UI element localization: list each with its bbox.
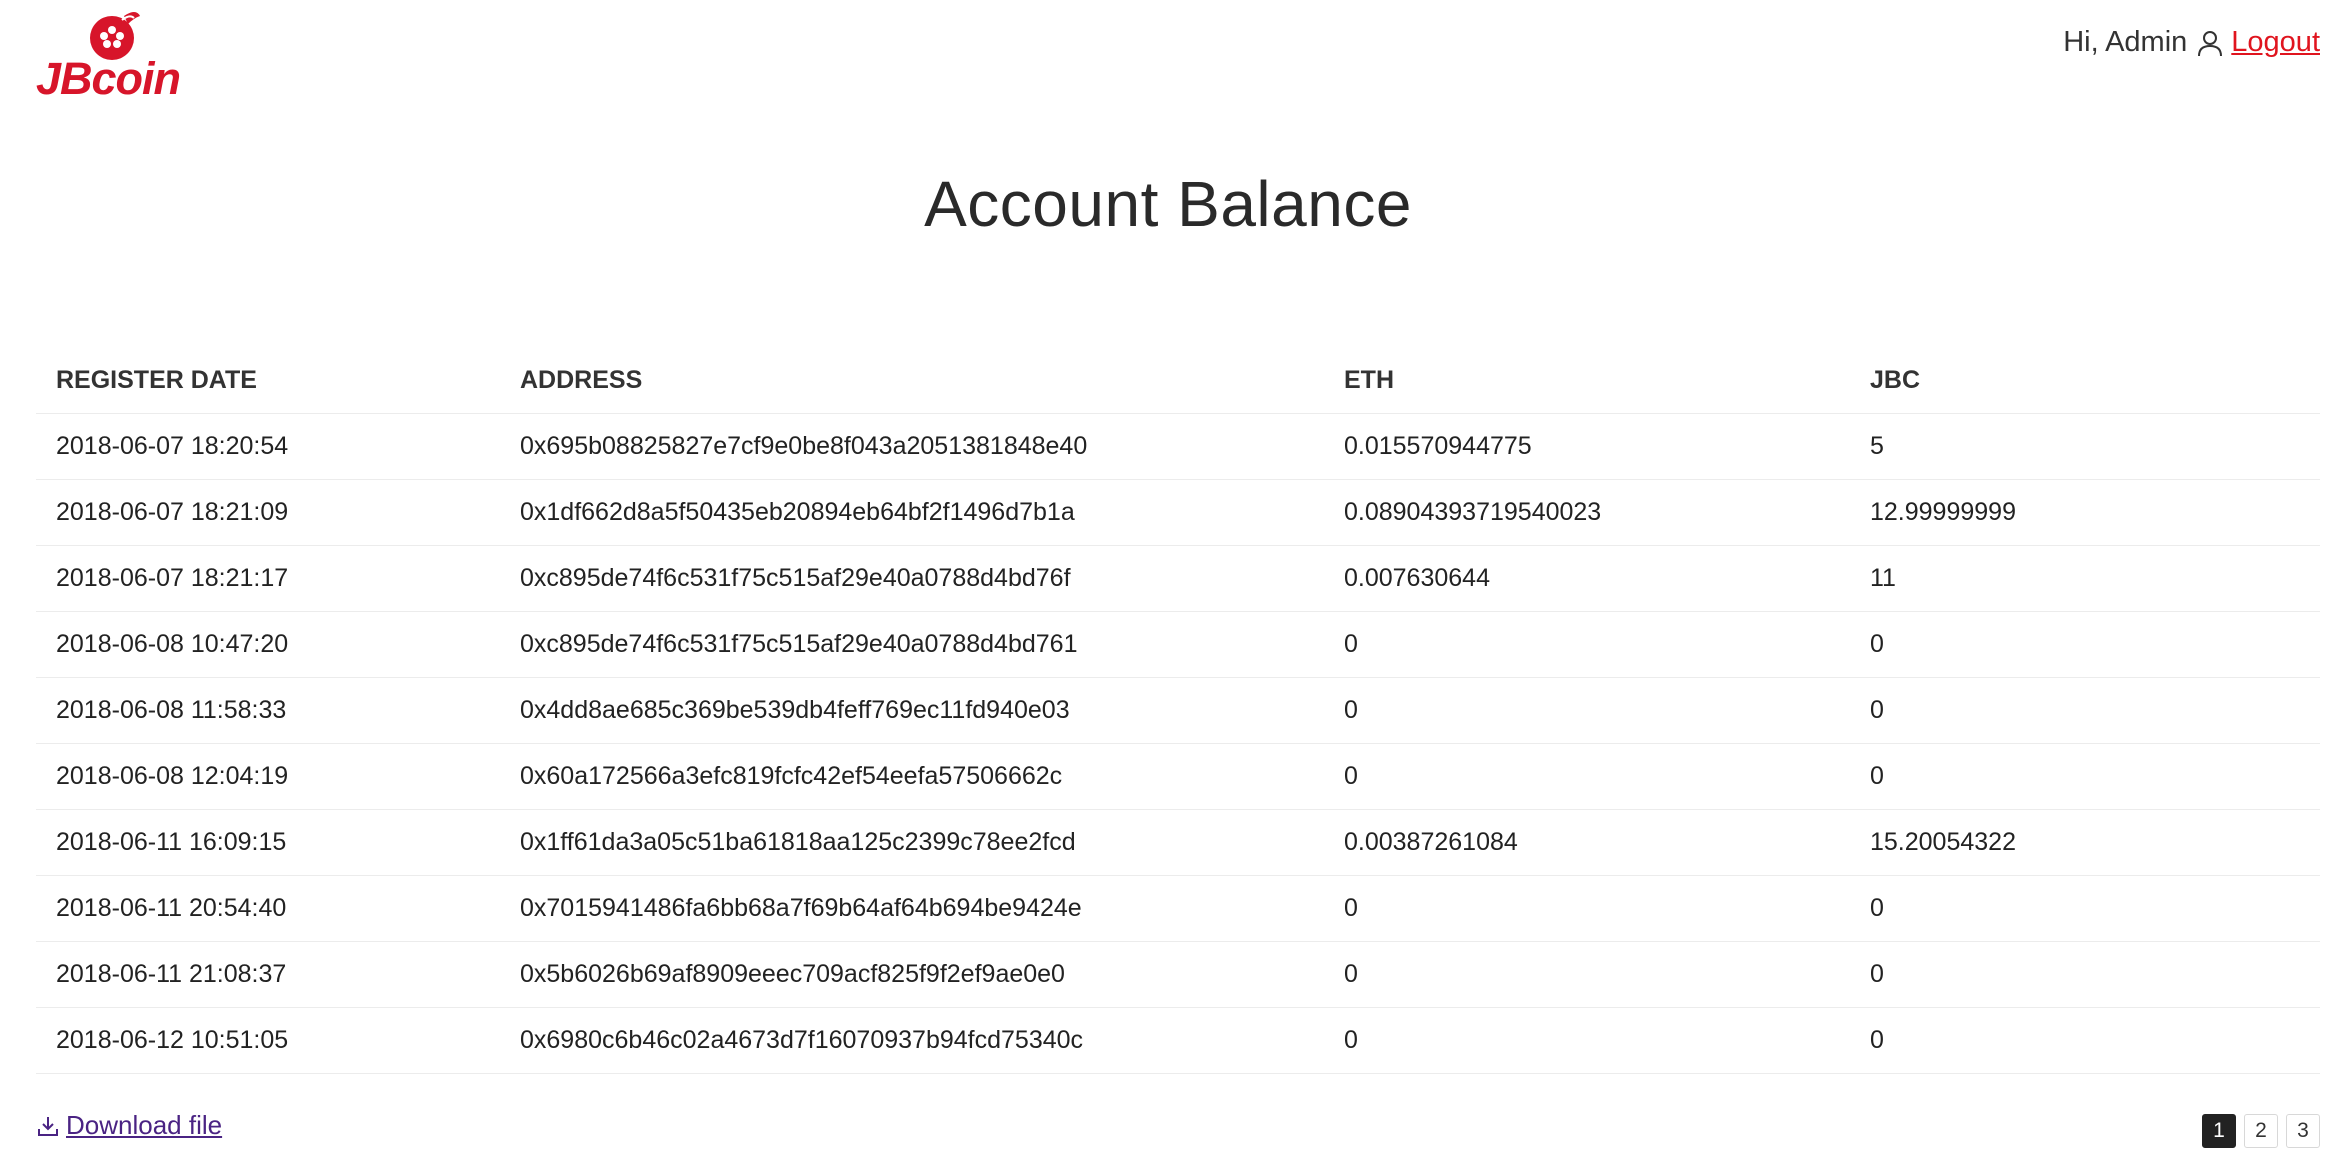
cell-address: 0x6980c6b46c02a4673d7f16070937b94fcd7534…	[500, 1007, 1324, 1074]
table-body: 2018-06-07 18:20:54 0x695b08825827e7cf9e…	[36, 413, 2320, 1074]
download-file-link[interactable]: Download file	[36, 1110, 222, 1141]
cell-address: 0xc895de74f6c531f75c515af29e40a0788d4bd7…	[500, 611, 1324, 678]
cell-register-date: 2018-06-11 20:54:40	[36, 875, 500, 942]
cell-register-date: 2018-06-12 10:51:05	[36, 1007, 500, 1074]
logo[interactable]: JBcoin	[36, 6, 186, 106]
download-file-label: Download file	[66, 1110, 223, 1140]
table-row: 2018-06-07 18:20:54 0x695b08825827e7cf9e…	[36, 413, 2320, 480]
download-icon	[38, 1116, 58, 1136]
cell-address: 0x5b6026b69af8909eeec709acf825f9f2ef9ae0…	[500, 941, 1324, 1008]
cell-register-date: 2018-06-08 10:47:20	[36, 611, 500, 678]
column-header-address: ADDRESS	[500, 347, 1324, 414]
cell-eth: 0	[1324, 743, 1850, 810]
logout-link[interactable]: Logout	[2231, 26, 2320, 59]
cell-jbc: 0	[1850, 743, 2320, 810]
cell-jbc: 0	[1850, 677, 2320, 744]
page-button-2[interactable]: 2	[2244, 1114, 2278, 1148]
table-row: 2018-06-07 18:21:17 0xc895de74f6c531f75c…	[36, 545, 2320, 612]
cell-jbc: 0	[1850, 941, 2320, 1008]
table-row: 2018-06-11 16:09:15 0x1ff61da3a05c51ba61…	[36, 809, 2320, 876]
user-icon	[2198, 30, 2223, 56]
cell-eth: 0.015570944775	[1324, 413, 1850, 480]
cell-jbc: 0	[1850, 1007, 2320, 1074]
logo-text: JBcoin	[36, 53, 181, 104]
cell-address: 0x1ff61da3a05c51ba61818aa125c2399c78ee2f…	[500, 809, 1324, 876]
cell-jbc: 0	[1850, 875, 2320, 942]
cell-eth: 0	[1324, 875, 1850, 942]
page: JBcoin Hi, Admin Logout Account Balance …	[0, 0, 2336, 1152]
cell-jbc: 5	[1850, 413, 2320, 480]
greeting-text: Hi, Admin	[2063, 26, 2188, 58]
table-header-row: REGISTER DATE ADDRESS ETH JBC	[36, 347, 2320, 414]
balance-table-container: REGISTER DATE ADDRESS ETH JBC 2018-06-07…	[36, 347, 2320, 1074]
cell-address: 0x695b08825827e7cf9e0be8f043a2051381848e…	[500, 413, 1324, 480]
cell-jbc: 0	[1850, 611, 2320, 678]
cell-eth: 0	[1324, 1007, 1850, 1074]
cell-address: 0x1df662d8a5f50435eb20894eb64bf2f1496d7b…	[500, 479, 1324, 546]
page-button-3[interactable]: 3	[2286, 1114, 2320, 1148]
cell-register-date: 2018-06-11 21:08:37	[36, 941, 500, 1008]
cell-address: 0x60a172566a3efc819fcfc42ef54eefa5750666…	[500, 743, 1324, 810]
cell-register-date: 2018-06-07 18:21:09	[36, 479, 500, 546]
page-title: Account Balance	[924, 168, 1412, 240]
table-row: 2018-06-08 12:04:19 0x60a172566a3efc819f…	[36, 743, 2320, 810]
table-row: 2018-06-08 10:47:20 0xc895de74f6c531f75c…	[36, 611, 2320, 678]
cell-address: 0x4dd8ae685c369be539db4feff769ec11fd940e…	[500, 677, 1324, 744]
balance-table: REGISTER DATE ADDRESS ETH JBC 2018-06-07…	[36, 347, 2320, 1074]
table-row: 2018-06-07 18:21:09 0x1df662d8a5f50435eb…	[36, 479, 2320, 546]
cell-register-date: 2018-06-08 12:04:19	[36, 743, 500, 810]
cell-eth: 0.00387261084	[1324, 809, 1850, 876]
column-header-eth: ETH	[1324, 347, 1850, 414]
cell-register-date: 2018-06-08 11:58:33	[36, 677, 500, 744]
cell-eth: 0	[1324, 677, 1850, 744]
page-button-1[interactable]: 1	[2202, 1114, 2236, 1148]
cell-eth: 0	[1324, 611, 1850, 678]
cell-register-date: 2018-06-07 18:20:54	[36, 413, 500, 480]
cell-eth: 0	[1324, 941, 1850, 1008]
cell-eth: 0.08904393719540023	[1324, 479, 1850, 546]
user-area: Hi, Admin Logout	[2063, 26, 2320, 59]
table-row: 2018-06-08 11:58:33 0x4dd8ae685c369be539…	[36, 677, 2320, 744]
table-row: 2018-06-12 10:51:05 0x6980c6b46c02a4673d…	[36, 1007, 2320, 1074]
table-row: 2018-06-11 20:54:40 0x7015941486fa6bb68a…	[36, 875, 2320, 942]
cell-jbc: 12.99999999	[1850, 479, 2320, 546]
column-header-register-date: REGISTER DATE	[36, 347, 500, 414]
cell-jbc: 11	[1850, 545, 2320, 612]
cell-eth: 0.007630644	[1324, 545, 1850, 612]
column-header-jbc: JBC	[1850, 347, 2320, 414]
cell-address: 0xc895de74f6c531f75c515af29e40a0788d4bd7…	[500, 545, 1324, 612]
pagination: 1 2 3	[2202, 1114, 2320, 1148]
cell-register-date: 2018-06-11 16:09:15	[36, 809, 500, 876]
cell-register-date: 2018-06-07 18:21:17	[36, 545, 500, 612]
cell-address: 0x7015941486fa6bb68a7f69b64af64b694be942…	[500, 875, 1324, 942]
table-row: 2018-06-11 21:08:37 0x5b6026b69af8909eee…	[36, 941, 2320, 1008]
cell-jbc: 15.20054322	[1850, 809, 2320, 876]
